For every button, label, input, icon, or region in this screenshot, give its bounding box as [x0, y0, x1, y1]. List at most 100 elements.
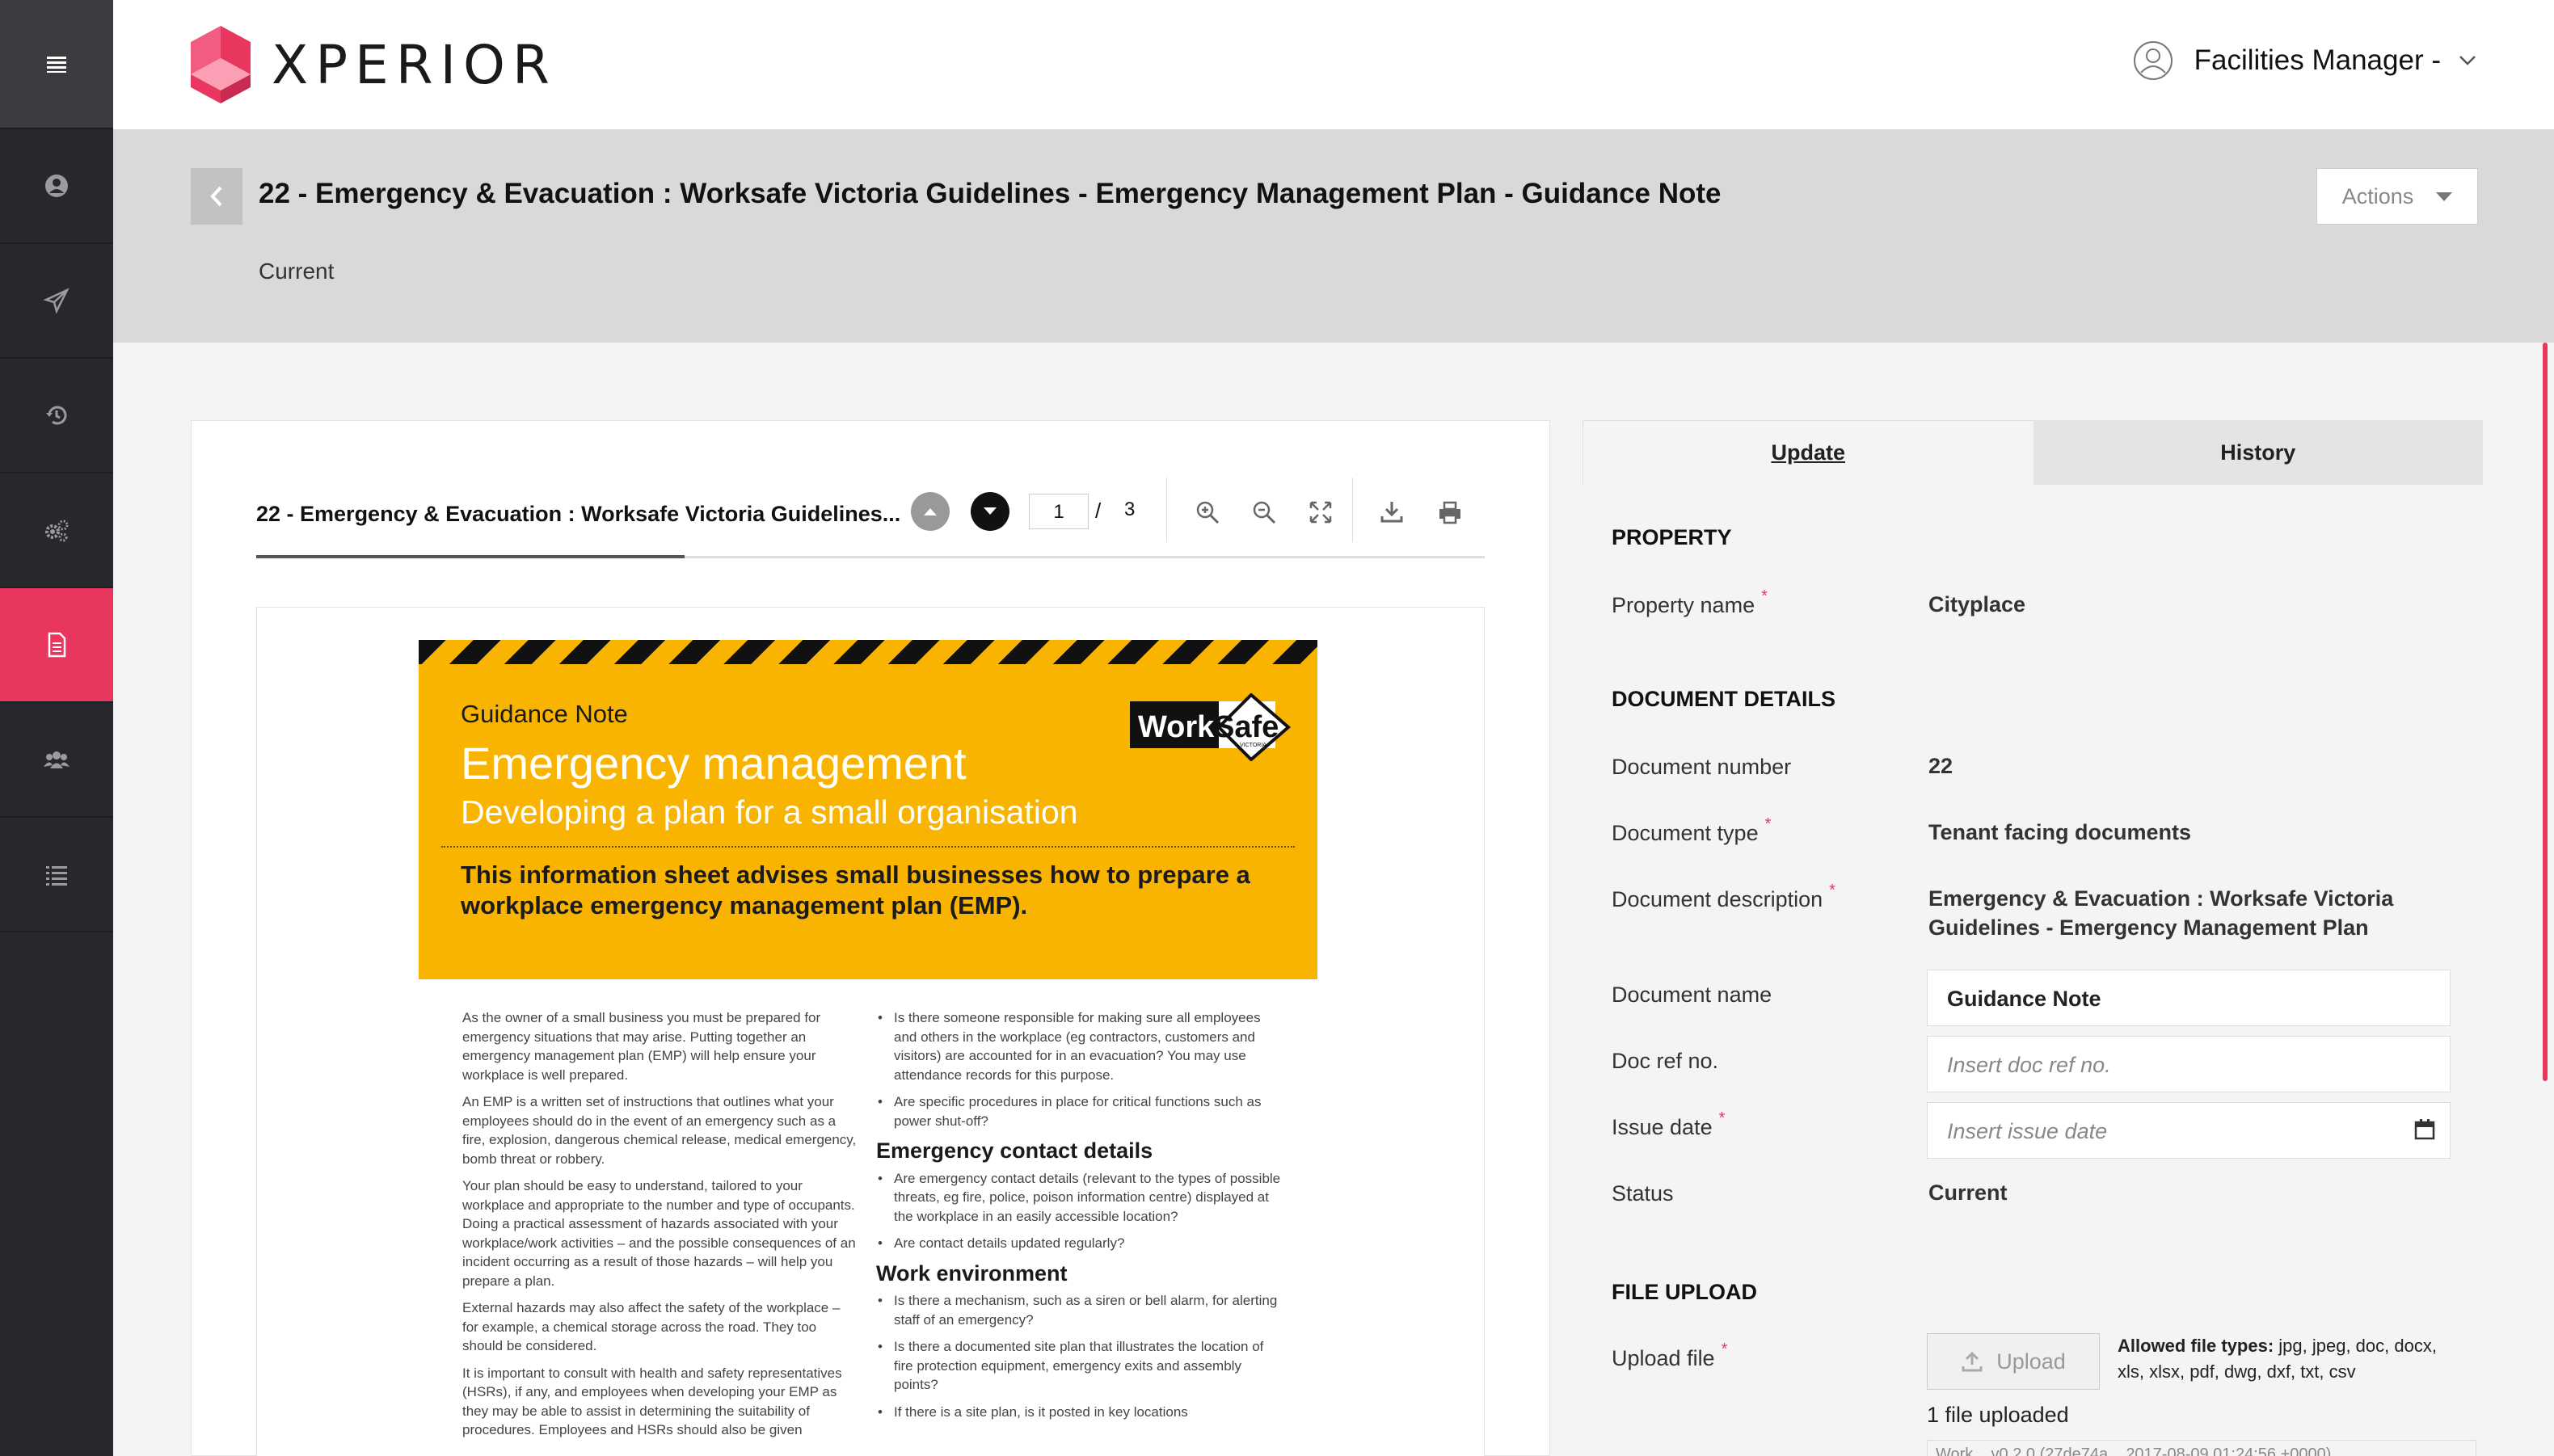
sidebar-item-lists[interactable]	[0, 818, 113, 932]
user-name: Facilities Manager -	[2194, 44, 2441, 76]
uploaded-file-row[interactable]: Work... v0.2.0 (27de74a... 2017-08-09 01…	[1927, 1440, 2476, 1456]
issue-date-placeholder: Insert issue date	[1947, 1119, 2108, 1143]
app-logo[interactable]: XPERIOR	[191, 26, 557, 103]
uploaded-count: 1 file uploaded	[1927, 1403, 2069, 1427]
viewer-toolbar: 22 - Emergency & Evacuation : Worksafe V…	[256, 478, 1485, 558]
toolbar-divider	[1166, 478, 1167, 542]
zoom-out-icon[interactable]	[1250, 499, 1278, 526]
page-title: 22 - Emergency & Evacuation : Worksafe V…	[259, 178, 1722, 209]
property-name-label: Property name *	[1612, 587, 1768, 617]
sidebar-menu-toggle[interactable]	[0, 0, 113, 129]
document-type-label: Document type *	[1612, 815, 1772, 845]
document-page: Guidance Note Emergency management Devel…	[256, 607, 1485, 1456]
hazard-stripe	[419, 640, 1317, 664]
document-banner: Guidance Note Emergency management Devel…	[419, 640, 1317, 979]
document-number-value: 22	[1928, 754, 1953, 778]
status-label: Status	[1612, 1181, 1674, 1206]
allowed-file-types-label: Allowed file types:	[2118, 1336, 2274, 1356]
svg-text:Work: Work	[1138, 710, 1215, 744]
document-summary: This information sheet advises small bus…	[461, 861, 1250, 919]
issue-date-input[interactable]: Insert issue date	[1927, 1102, 2451, 1159]
actions-dropdown[interactable]: Actions	[2316, 168, 2478, 225]
required-marker: *	[1761, 587, 1768, 605]
calendar-icon[interactable]	[2413, 1117, 2437, 1142]
document-kicker: Guidance Note	[461, 700, 628, 728]
panel-tabs: Update History	[1583, 420, 2483, 485]
document-heading: Emergency management	[461, 738, 967, 789]
viewer-tab-title[interactable]: 22 - Emergency & Evacuation : Worksafe V…	[256, 502, 900, 527]
chevron-left-icon	[210, 186, 222, 207]
upload-button[interactable]: Upload	[1927, 1333, 2100, 1390]
paragraph: External hazards may also affect the saf…	[462, 1300, 841, 1353]
menu-icon	[47, 57, 66, 73]
chevron-down-icon	[2459, 56, 2476, 65]
description-line: Guidelines - Emergency Management Plan	[1928, 915, 2369, 940]
doc-ref-input[interactable]: Insert doc ref no.	[1927, 1036, 2451, 1092]
list-item: Are specific procedures in place for cri…	[876, 1092, 1283, 1130]
active-tab-indicator	[256, 555, 685, 558]
issue-date-label: Issue date *	[1612, 1109, 1726, 1139]
page-separator: /	[1095, 499, 1102, 523]
section-heading: Emergency contact details	[876, 1138, 1153, 1163]
page-total: 3	[1124, 499, 1136, 520]
app-name: XPERIOR	[272, 33, 557, 96]
list-item: Is there someone responsible for making …	[876, 1008, 1283, 1084]
svg-text:Safe: Safe	[1214, 710, 1279, 744]
paragraph: It is important to consult with health a…	[462, 1365, 842, 1438]
sidebar-item-settings[interactable]	[0, 473, 113, 588]
banner-divider	[441, 846, 1295, 848]
gears-icon	[45, 520, 69, 542]
zoom-in-icon[interactable]	[1194, 499, 1221, 526]
list-item: Are emergency contact details (relevant …	[876, 1169, 1283, 1227]
user-menu[interactable]: Facilities Manager -	[2133, 40, 2476, 81]
required-marker: *	[1764, 815, 1772, 833]
tab-history[interactable]: History	[2033, 420, 2483, 485]
document-name-input[interactable]: Guidance Note	[1927, 970, 2451, 1026]
upload-button-label: Upload	[1996, 1349, 2066, 1374]
scrollbar[interactable]	[2543, 343, 2548, 1081]
sidebar-item-users[interactable]	[0, 703, 113, 818]
description-line: Emergency & Evacuation : Worksafe Victor…	[1928, 886, 2394, 911]
sidebar-item-profile[interactable]	[0, 129, 113, 244]
bullet-list: Is there a mechanism, such as a siren or…	[876, 1291, 1283, 1421]
print-icon[interactable]	[1436, 499, 1464, 526]
document-status: Current	[259, 259, 335, 284]
history-icon	[46, 406, 67, 425]
list-icon	[46, 866, 67, 886]
required-marker: *	[1718, 1109, 1726, 1127]
upload-icon	[1962, 1351, 1983, 1372]
next-page-button[interactable]	[971, 492, 1009, 531]
doc-ref-label: Doc ref no.	[1612, 1049, 1719, 1073]
status-value: Current	[1928, 1180, 2008, 1205]
bullet-list: Is there someone responsible for making …	[876, 1008, 1283, 1130]
property-heading: PROPERTY	[1612, 525, 1732, 549]
sidebar-item-send[interactable]	[0, 244, 113, 359]
caret-up-icon	[924, 508, 937, 515]
sidebar-item-history[interactable]	[0, 359, 113, 473]
section-heading: Work environment	[876, 1260, 1068, 1286]
users-icon	[44, 751, 70, 768]
document-type-value: Tenant facing documents	[1928, 820, 2192, 844]
paper-plane-icon	[43, 288, 70, 314]
toolbar-divider	[1352, 478, 1353, 542]
user-avatar-icon	[2133, 41, 2173, 80]
required-marker: *	[1829, 882, 1835, 899]
document-name-label: Document name	[1612, 983, 1772, 1007]
allowed-file-types: Allowed file types: jpg, jpeg, doc, docx…	[2118, 1333, 2457, 1385]
caret-down-icon	[984, 507, 997, 515]
document-icon	[48, 632, 66, 658]
document-right-column: Is there someone responsible for making …	[876, 1008, 1283, 1429]
property-name-value: Cityplace	[1928, 592, 2026, 616]
back-button[interactable]	[191, 168, 242, 225]
list-item: Are contact details updated regularly?	[876, 1234, 1283, 1253]
sidebar-item-documents[interactable]	[0, 588, 113, 703]
fullscreen-icon[interactable]	[1307, 499, 1334, 526]
document-description-value: Emergency & Evacuation : Worksafe Victor…	[1928, 884, 2393, 942]
previous-page-button[interactable]	[911, 492, 950, 531]
sidebar	[0, 0, 113, 1456]
download-icon[interactable]	[1378, 499, 1406, 526]
tab-update[interactable]: Update	[1583, 420, 2034, 485]
page-number-input[interactable]: 1	[1029, 494, 1089, 529]
caret-down-icon	[2436, 191, 2453, 201]
xperior-logo-icon	[191, 26, 251, 103]
